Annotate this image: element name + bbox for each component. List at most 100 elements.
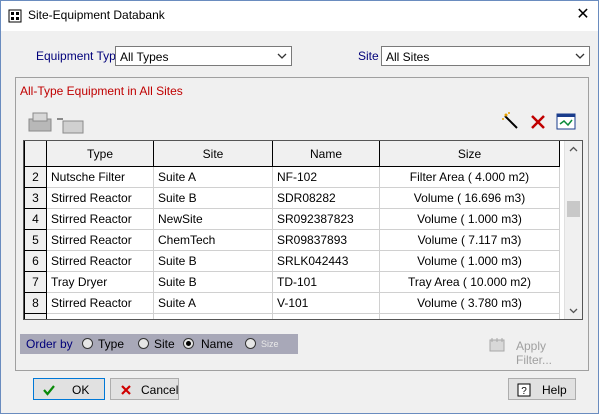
radio-order-name[interactable] — [183, 338, 194, 349]
table-row[interactable]: 5 Stirred Reactor ChemTech SR09837893 Volume… — [24, 229, 560, 251]
equipment-type-label: Equipment Type — [36, 49, 123, 63]
export-icon — [28, 112, 84, 134]
cell-type[interactable]: Stirred Reactor — [46, 208, 154, 230]
cell-size[interactable]: Volume ( 1.000 m3) — [379, 208, 560, 230]
column-header-size[interactable]: Size — [379, 141, 560, 167]
table-row[interactable]: 7 Tray Dryer Suite B TD-101 Tray Area ( 10.0… — [24, 271, 560, 293]
table-row[interactable]: 4 Stirred Reactor NewSite SR092387823 Volume… — [24, 208, 560, 230]
cell-size[interactable]: Volume ( 16.696 m3) — [379, 187, 560, 209]
cell-site[interactable]: Suite A — [153, 292, 273, 314]
table-row[interactable]: 3 Stirred Reactor Suite B SDR08282 Volume ( … — [24, 187, 560, 209]
cancel-button-label: Cancel — [141, 383, 179, 397]
cell-name[interactable]: SR09837893 — [272, 229, 380, 251]
chevron-down-icon — [575, 53, 585, 59]
radio-order-site[interactable] — [138, 338, 149, 349]
equipment-table[interactable]: Type Site Name Size 2 Nutsche Filter Suite… — [23, 140, 583, 320]
site-dropdown[interactable]: All Sites — [381, 46, 590, 66]
radio-order-type[interactable] — [82, 338, 93, 349]
cell-size[interactable]: Volume ( 1.000 m3) — [379, 250, 560, 272]
column-header-site[interactable]: Site — [153, 141, 273, 167]
column-header-type[interactable]: Type — [46, 141, 154, 167]
group-title: All-Type Equipment in All Sites — [20, 84, 183, 98]
cancel-x-icon — [121, 385, 131, 395]
site-value: All Sites — [386, 50, 430, 64]
view-details-icon[interactable] — [556, 112, 576, 132]
row-number[interactable]: 9 — [24, 313, 47, 319]
equipment-type-dropdown[interactable]: All Types — [115, 46, 292, 66]
equipment-type-value: All Types — [120, 50, 169, 64]
table-row[interactable]: 2 Nutsche Filter Suite A NF-102 Filter Area … — [24, 166, 560, 188]
cancel-button[interactable]: Cancel — [110, 378, 179, 400]
check-icon — [43, 385, 55, 396]
cell-site[interactable]: Suite B — [153, 187, 273, 209]
row-number-header[interactable] — [24, 141, 47, 167]
site-label: Site — [358, 49, 379, 63]
ok-button-label: OK — [72, 383, 90, 397]
cell-site[interactable]: Suite A — [153, 313, 273, 319]
cell-size[interactable]: Volume ( 7.117 m3) — [379, 229, 560, 251]
column-header-name[interactable]: Name — [272, 141, 380, 167]
cell-name[interactable]: SR092387823 — [272, 208, 380, 230]
cell-type[interactable]: Nutsche Filter — [46, 166, 154, 188]
radio-order-size-label: Size — [261, 339, 279, 349]
cell-size[interactable]: Volume ( 3.780 m3) — [379, 313, 560, 319]
scrollbar-thumb[interactable] — [567, 201, 580, 217]
table-row[interactable]: 8 Stirred Reactor Suite A V-101 Volume ( 3.7… — [24, 292, 560, 314]
row-number[interactable]: 5 — [24, 229, 47, 251]
apply-filter-button[interactable]: Apply Filter... — [488, 336, 578, 367]
close-icon[interactable]: ✕ — [573, 5, 593, 25]
help-icon: ? — [517, 383, 531, 397]
equipment-grid: Type Site Name Size 2 Nutsche Filter Suite… — [24, 141, 560, 319]
cell-type[interactable]: Tray Dryer — [46, 271, 154, 293]
title-bar: Site-Equipment Databank ✕ — [0, 0, 599, 31]
ok-button[interactable]: OK — [33, 378, 105, 400]
cell-size[interactable]: Tray Area ( 10.000 m2) — [379, 271, 560, 293]
app-icon — [8, 9, 22, 23]
svg-text:?: ? — [521, 386, 527, 397]
cell-size[interactable]: Filter Area ( 4.000 m2) — [379, 166, 560, 188]
cell-name[interactable]: V-101 — [272, 292, 380, 314]
order-by-bar: Order by Type Site Name Size — [20, 334, 298, 354]
cell-type[interactable]: Stirred Reactor — [46, 292, 154, 314]
cell-type[interactable]: Stirred Reactor — [46, 187, 154, 209]
cell-site[interactable]: Suite B — [153, 250, 273, 272]
magic-wand-icon[interactable] — [501, 112, 521, 132]
cell-type[interactable]: Stirred Reactor — [46, 250, 154, 272]
cell-type[interactable]: Stirred Reactor — [46, 229, 154, 251]
help-button[interactable]: ? Help — [508, 378, 576, 400]
row-number[interactable]: 8 — [24, 292, 47, 314]
chevron-down-icon — [277, 53, 287, 59]
cell-site[interactable]: Suite B — [153, 271, 273, 293]
filter-icon — [489, 338, 505, 352]
row-number[interactable]: 6 — [24, 250, 47, 272]
cell-site[interactable]: NewSite — [153, 208, 273, 230]
cell-name[interactable]: NF-102 — [272, 166, 380, 188]
cell-type[interactable]: Stirred Reactor — [46, 313, 154, 319]
cell-name[interactable]: SDR08282 — [272, 187, 380, 209]
cell-name[interactable]: V-102 — [272, 313, 380, 319]
delete-icon[interactable] — [528, 112, 548, 132]
table-row[interactable]: 6 Stirred Reactor Suite B SRLK042443 Volume … — [24, 250, 560, 272]
cell-size[interactable]: Volume ( 3.780 m3) — [379, 292, 560, 314]
row-number[interactable]: 3 — [24, 187, 47, 209]
cell-name[interactable]: SRLK042443 — [272, 250, 380, 272]
radio-order-type-label: Type — [98, 337, 125, 351]
order-by-label: Order by — [26, 337, 73, 351]
radio-order-size[interactable] — [245, 338, 256, 349]
radio-order-site-label: Site — [154, 337, 175, 351]
table-header-row: Type Site Name Size — [24, 141, 560, 167]
cell-site[interactable]: Suite A — [153, 166, 273, 188]
radio-order-name-label: Name — [201, 337, 234, 351]
scroll-up-icon[interactable] — [568, 144, 579, 155]
row-number[interactable]: 7 — [24, 271, 47, 293]
apply-filter-label: Apply Filter... — [516, 339, 553, 367]
cell-name[interactable]: TD-101 — [272, 271, 380, 293]
row-number[interactable]: 2 — [24, 166, 47, 188]
help-button-label: Help — [542, 383, 567, 397]
cell-site[interactable]: ChemTech — [153, 229, 273, 251]
scroll-down-icon[interactable] — [568, 305, 579, 316]
row-number[interactable]: 4 — [24, 208, 47, 230]
vertical-scrollbar[interactable] — [564, 141, 582, 319]
table-row[interactable]: 9Stirred ReactorSuite AV-102Volume ( 3.7… — [24, 313, 560, 319]
window-title: Site-Equipment Databank — [28, 8, 165, 22]
